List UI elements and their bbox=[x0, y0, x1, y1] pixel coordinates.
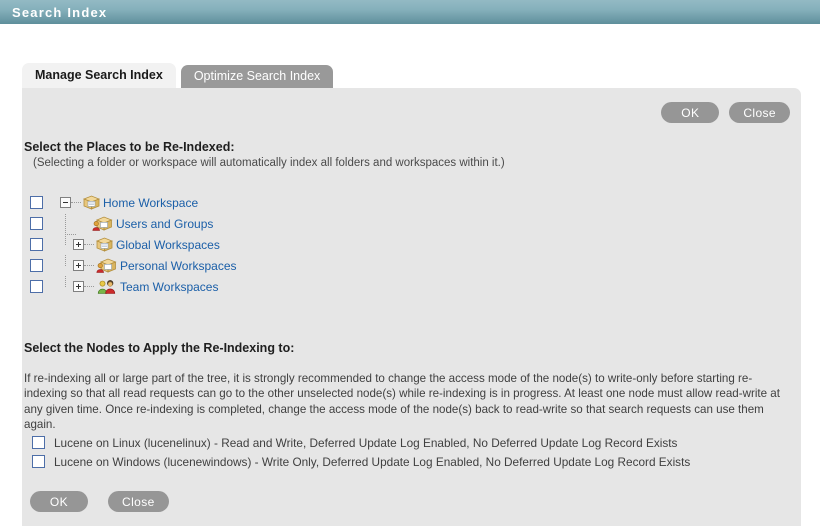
places-heading-text: Select the Places to be Re-Indexed: bbox=[24, 140, 235, 154]
tree-checkbox-users-and-groups[interactable] bbox=[30, 217, 43, 230]
places-section-header: Select the Places to be Re-Indexed: (Sel… bbox=[24, 140, 505, 169]
box-person-icon bbox=[96, 258, 117, 273]
tree-checkbox-home-workspace[interactable] bbox=[30, 196, 43, 209]
tree-connector-line bbox=[65, 275, 67, 287]
node-checkbox-lucene-linux[interactable] bbox=[32, 436, 45, 449]
box-icon bbox=[83, 195, 100, 210]
tree-checkbox-personal-workspaces[interactable] bbox=[30, 259, 43, 272]
tree-label-users-and-groups[interactable]: Users and Groups bbox=[116, 217, 213, 231]
top-button-group: OK Close bbox=[661, 102, 790, 123]
nodes-description: If re-indexing all or large part of the … bbox=[24, 372, 780, 432]
bottom-button-group: OK Close bbox=[30, 491, 169, 512]
nodes-checkbox-list: Lucene on Linux (lucenelinux) - Read and… bbox=[32, 433, 690, 471]
expander-plus-icon[interactable] bbox=[73, 239, 84, 250]
close-button-top[interactable]: Close bbox=[729, 102, 790, 123]
tree-label-global-workspaces[interactable]: Global Workspaces bbox=[116, 238, 220, 252]
tree-row[interactable]: Users and Groups bbox=[24, 213, 444, 235]
tree-node-personal-workspaces[interactable]: Personal Workspaces bbox=[60, 254, 237, 276]
expander-minus-icon[interactable] bbox=[60, 197, 71, 208]
tree-row[interactable]: Team Workspaces bbox=[24, 275, 444, 297]
list-item[interactable]: Lucene on Linux (lucenelinux) - Read and… bbox=[32, 433, 690, 452]
tab-optimize-search-index-label: Optimize Search Index bbox=[193, 69, 321, 83]
tree-label-personal-workspaces[interactable]: Personal Workspaces bbox=[120, 259, 237, 273]
box-icon bbox=[96, 237, 113, 252]
tab-bar: Manage Search Index Optimize Search Inde… bbox=[22, 61, 334, 88]
tree-row[interactable]: Personal Workspaces bbox=[24, 254, 444, 276]
expander-plus-icon[interactable] bbox=[73, 260, 84, 271]
tree-node-global-workspaces[interactable]: Global Workspaces bbox=[60, 233, 220, 255]
window-title: Search Index bbox=[12, 4, 108, 20]
expander-plus-icon[interactable] bbox=[73, 281, 84, 292]
node-checkbox-lucene-windows[interactable] bbox=[32, 455, 45, 468]
places-tree: Home Workspace Users and Groups Global W… bbox=[24, 192, 444, 297]
tree-node-home-workspace[interactable]: Home Workspace bbox=[60, 192, 198, 213]
tab-manage-search-index[interactable]: Manage Search Index bbox=[22, 63, 176, 88]
tree-checkbox-team-workspaces[interactable] bbox=[30, 280, 43, 293]
tree-connector-line bbox=[65, 213, 67, 235]
two-people-icon bbox=[97, 280, 116, 294]
window-titlebar: Search Index bbox=[0, 0, 820, 24]
ok-button-bottom[interactable]: OK bbox=[30, 491, 88, 512]
places-subtext: (Selecting a folder or workspace will au… bbox=[33, 157, 505, 169]
tree-label-team-workspaces[interactable]: Team Workspaces bbox=[120, 280, 218, 294]
box-person-icon bbox=[92, 216, 113, 231]
node-label-lucene-linux: Lucene on Linux (lucenelinux) - Read and… bbox=[54, 435, 678, 450]
search-index-panel: OK Close Select the Places to be Re-Inde… bbox=[22, 88, 801, 526]
tree-connector-line bbox=[84, 264, 94, 267]
tree-label-home-workspace[interactable]: Home Workspace bbox=[103, 196, 198, 210]
tree-connector-line bbox=[71, 201, 81, 204]
nodes-section-header: Select the Nodes to Apply the Re-Indexin… bbox=[24, 341, 294, 355]
tree-checkbox-global-workspaces[interactable] bbox=[30, 238, 43, 251]
close-button-bottom[interactable]: Close bbox=[108, 491, 169, 512]
tree-connector-line bbox=[84, 285, 94, 288]
ok-button-top[interactable]: OK bbox=[661, 102, 720, 123]
tree-row[interactable]: Global Workspaces bbox=[24, 233, 444, 255]
tab-manage-search-index-label: Manage Search Index bbox=[35, 68, 163, 82]
tree-node-team-workspaces[interactable]: Team Workspaces bbox=[60, 275, 218, 297]
tree-connector-line bbox=[65, 233, 67, 245]
nodes-heading-text: Select the Nodes to Apply the Re-Indexin… bbox=[24, 341, 295, 355]
tree-connector-line bbox=[84, 243, 94, 246]
tree-node-users-and-groups[interactable]: Users and Groups bbox=[60, 213, 213, 235]
node-label-lucene-windows: Lucene on Windows (lucenewindows) - Writ… bbox=[54, 454, 691, 469]
tree-connector-line bbox=[65, 254, 67, 266]
tree-row[interactable]: Home Workspace bbox=[24, 192, 444, 213]
list-item[interactable]: Lucene on Windows (lucenewindows) - Writ… bbox=[32, 452, 690, 471]
tab-optimize-search-index[interactable]: Optimize Search Index bbox=[180, 65, 334, 88]
